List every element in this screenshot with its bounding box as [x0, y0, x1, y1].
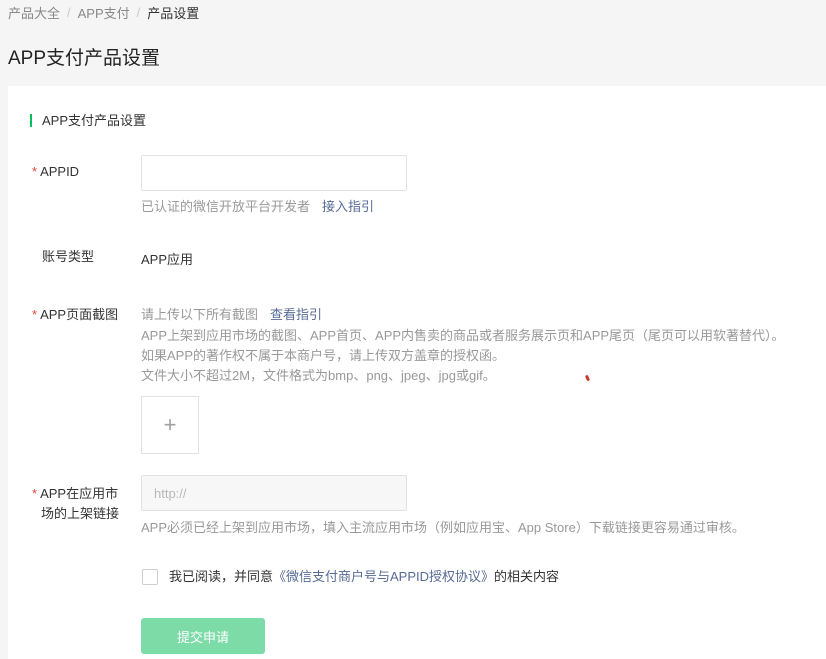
protocol-link[interactable]: 《微信支付商户号与APPID授权协议》 — [273, 569, 494, 584]
account-type-value: APP应用 — [141, 252, 194, 267]
settings-card: APP支付产品设置 * APPID 已认证的微信开放平台开发者 接入指引 账号类型 … — [8, 86, 826, 659]
required-mark: * — [32, 307, 38, 322]
breadcrumb-separator: / — [67, 5, 71, 20]
view-guide-link[interactable]: 查看指引 — [270, 307, 322, 322]
required-mark: * — [32, 486, 38, 501]
appid-hint: 已认证的微信开放平台开发者 接入指引 — [141, 199, 375, 214]
section-title: APP支付产品设置 — [30, 114, 146, 127]
appid-label: * APPID — [32, 164, 80, 179]
required-mark: * — [32, 164, 38, 179]
agreement-checkbox[interactable] — [142, 569, 158, 585]
page-title: APP支付产品设置 — [8, 48, 161, 69]
breadcrumb-item-app-pay[interactable]: APP支付 — [78, 3, 130, 22]
screenshot-desc-line: APP上架到应用市场的截图、APP首页、APP内售卖的商品或者服务展示页和APP… — [141, 328, 785, 343]
access-guide-link[interactable]: 接入指引 — [322, 199, 374, 214]
breadcrumb-item-products[interactable]: 产品大全 — [8, 3, 60, 22]
agreement-text: 我已阅读，并同意《微信支付商户号与APPID授权协议》的相关内容 — [169, 569, 560, 584]
breadcrumb-separator: / — [136, 5, 141, 20]
screenshot-desc-line: 如果APP的著作权不属于本商户号，请上传双方盖章的授权函。 — [141, 348, 506, 363]
submit-button[interactable]: 提交申请 — [141, 618, 265, 654]
screenshot-label: * APP页面截图 — [32, 307, 119, 322]
screenshot-desc-line: 文件大小不超过2M，文件格式为bmp、png、jpeg、jpg或gif。 — [141, 368, 496, 383]
upload-button[interactable]: + — [141, 396, 199, 454]
appid-input[interactable] — [141, 155, 407, 191]
market-link-hint: APP必须已经上架到应用市场，填入主流应用市场（例如应用宝、App Store）… — [141, 520, 745, 535]
market-link-label: * APP在应用市 场的上架链接 — [32, 486, 120, 521]
market-link-input[interactable] — [141, 475, 407, 511]
account-type-label: 账号类型 — [42, 249, 95, 264]
plus-icon: + — [163, 412, 177, 437]
breadcrumb: 产品大全 / APP支付 / 产品设置 — [8, 3, 199, 22]
breadcrumb-current: 产品设置 — [147, 6, 200, 21]
screenshot-hint: 请上传以下所有截图 查看指引 — [141, 307, 323, 322]
